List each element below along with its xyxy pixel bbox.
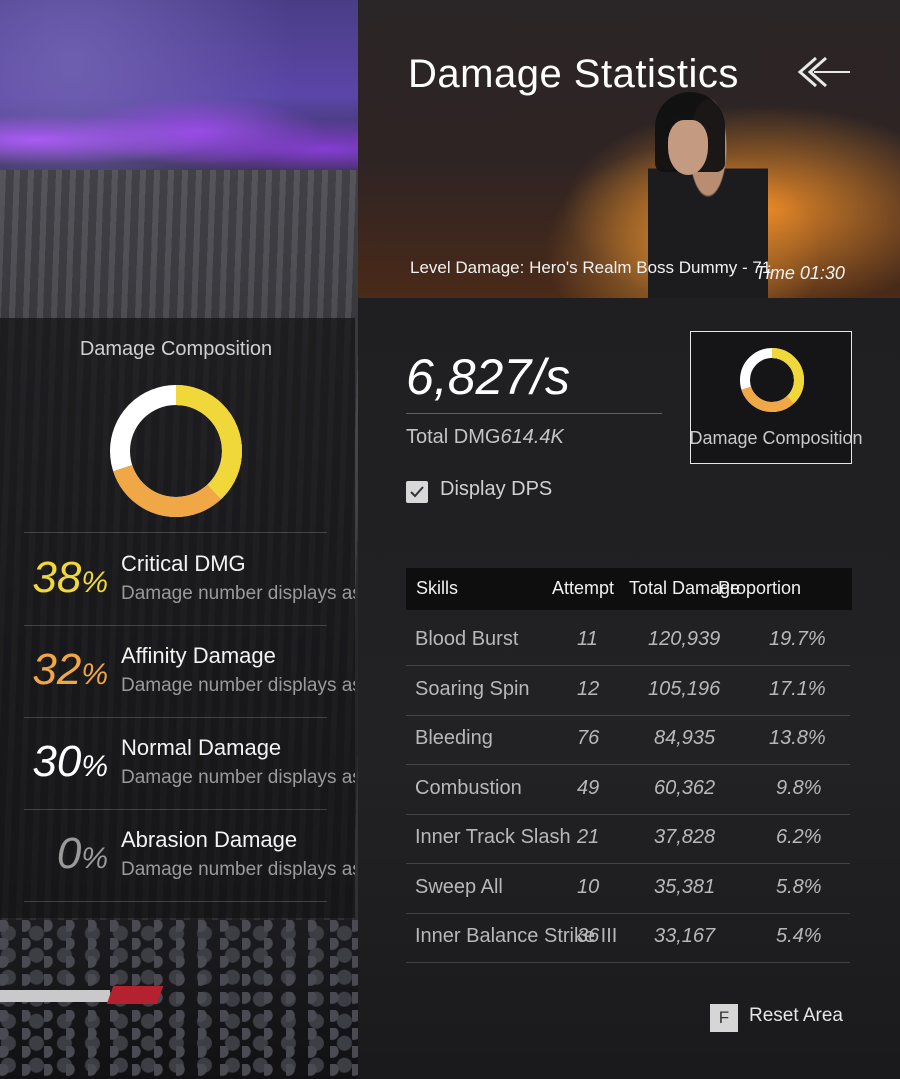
divider [24, 809, 327, 810]
abrasion-label: Abrasion Damage [121, 827, 298, 852]
dps-value: 6,827/s [406, 349, 571, 405]
divider [406, 413, 662, 414]
normal-label: Normal Damage [121, 735, 282, 760]
checkmark-icon [410, 486, 424, 498]
attempt-count: 11 [577, 628, 598, 650]
display-dps-label: Display DPS [440, 478, 553, 500]
stat-row-critical: 38% Critical DMG Damage number displays … [0, 545, 355, 637]
attempt-count: 76 [577, 727, 600, 749]
table-row: Combustion 49 60,362 9.8% [406, 765, 850, 815]
total-damage: Total DMG614.4K [406, 426, 564, 449]
damage-composition-button-label: Damage Composition [689, 428, 863, 448]
table-row: Inner Balance Strike III 36 33,167 5.4% [406, 913, 850, 963]
skill-name: Combustion [415, 777, 522, 799]
back-arrow-icon [797, 56, 850, 88]
total-damage-cell: 120,939 [648, 628, 721, 650]
header-skills: Skills [416, 578, 459, 598]
affinity-percent: 32% [32, 645, 108, 694]
header-attempt: Attempt [552, 578, 615, 598]
total-damage-cell: 60,362 [654, 777, 716, 799]
total-damage-value: 614.4K [500, 426, 564, 448]
composition-donut-chart [110, 385, 242, 517]
critical-label: Critical DMG [121, 551, 246, 576]
abrasion-percent: 0% [56, 829, 108, 878]
proportion-cell: 6.2% [776, 826, 822, 848]
attempt-count: 36 [577, 925, 600, 947]
attempt-count: 49 [577, 777, 600, 799]
attempt-count: 10 [577, 876, 600, 898]
abrasion-desc: Damage number displays as [121, 859, 355, 880]
affinity-desc: Damage number displays as [121, 675, 355, 696]
stat-row-abrasion: 0% Abrasion Damage Damage number display… [0, 821, 355, 913]
character-face [668, 120, 708, 175]
table-row: Blood Burst 11 120,939 19.7% [406, 616, 850, 666]
normal-desc: Damage number displays as [121, 767, 355, 788]
header-proportion: Proportion [718, 578, 802, 598]
composition-title: Damage Composition [79, 338, 273, 360]
total-damage-label: Total DMG [406, 426, 501, 448]
critical-desc: Damage number displays as [121, 583, 355, 604]
donut-chart-icon [740, 348, 804, 412]
skill-name: Inner Track Slash [415, 826, 571, 848]
proportion-cell: 9.8% [776, 777, 822, 799]
page-title: Damage Statistics [408, 52, 739, 96]
proportion-cell: 5.8% [776, 876, 822, 898]
skill-name: Soaring Spin [415, 678, 530, 700]
stat-row-normal: 30% Normal Damage Damage number displays… [0, 729, 355, 821]
stat-row-affinity: 32% Affinity Damage Damage number displa… [0, 637, 355, 729]
table-row: Sweep All 10 35,381 5.8% [406, 864, 850, 914]
time-text: Time 01:30 [755, 263, 845, 283]
attempt-count: 21 [577, 826, 600, 848]
divider [24, 532, 327, 533]
level-damage-text: Level Damage: Hero's Realm Boss Dummy - … [410, 258, 772, 277]
key-hint-f: F [710, 1004, 738, 1032]
display-dps-checkbox[interactable] [406, 481, 428, 503]
skill-name: Sweep All [415, 876, 503, 898]
table-row: Soaring Spin 12 105,196 17.1% [406, 666, 850, 716]
total-damage-cell: 37,828 [654, 826, 716, 848]
damage-composition-button[interactable]: Damage Composition [689, 331, 863, 464]
critical-percent: 38% [32, 553, 108, 602]
health-bar [0, 990, 110, 1002]
total-damage-cell: 35,381 [654, 876, 716, 898]
reset-area-button[interactable]: Reset Area [749, 1005, 843, 1027]
total-damage-cell: 33,167 [654, 925, 716, 947]
proportion-cell: 13.8% [769, 727, 826, 749]
proportion-cell: 17.1% [769, 678, 826, 700]
back-button[interactable] [796, 52, 852, 92]
total-damage-cell: 84,935 [654, 727, 716, 749]
table-row: Inner Track Slash 21 37,828 6.2% [406, 814, 850, 864]
skill-name: Blood Burst [415, 628, 519, 650]
divider [24, 625, 327, 626]
skill-name: Bleeding [415, 727, 493, 749]
table-row: Bleeding 76 84,935 13.8% [406, 715, 850, 765]
proportion-cell: 5.4% [776, 925, 822, 947]
affinity-label: Affinity Damage [121, 643, 276, 668]
total-damage-cell: 105,196 [648, 678, 721, 700]
proportion-cell: 19.7% [769, 628, 826, 650]
normal-percent: 30% [32, 737, 108, 786]
health-bar-accent [106, 986, 164, 1004]
attempt-count: 12 [577, 678, 600, 700]
divider [24, 901, 327, 902]
header-banner [358, 0, 900, 298]
divider [24, 717, 327, 718]
